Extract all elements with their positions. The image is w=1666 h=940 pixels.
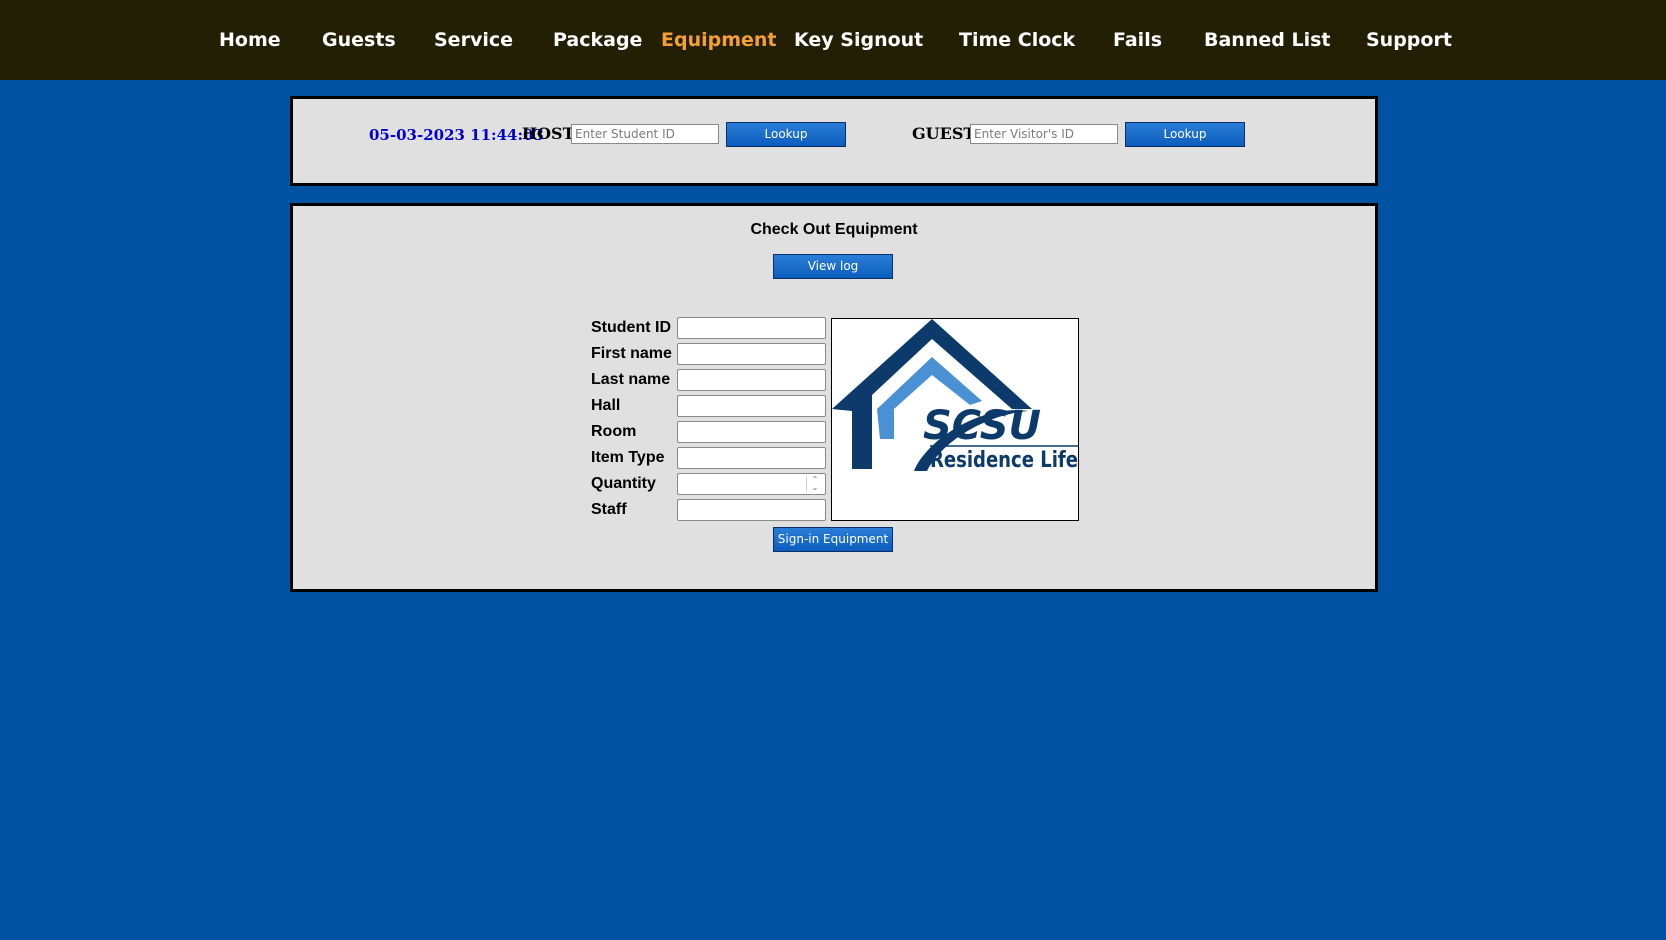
nav-item-service[interactable]: Service [434,27,513,53]
student-id-label: Student ID [591,319,671,336]
scsu-residence-life-logo: SCSU Residence Life [831,318,1079,521]
quantity-stepper[interactable]: ⌃ ⌄ [677,473,826,495]
sign-in-equipment-button[interactable]: Sign-in Equipment [773,527,893,552]
guest-label: GUEST [912,124,976,143]
host-student-id-input[interactable] [571,124,719,144]
top-nav-bar: Home Guests Service Package Equipment Ke… [0,0,1666,80]
nav-item-key-signout[interactable]: Key Signout [794,27,923,53]
host-label: HOST [522,124,575,143]
staff-label: Staff [591,501,627,518]
nav-item-home[interactable]: Home [219,27,281,53]
nav-item-equipment[interactable]: Equipment [661,27,777,53]
room-label: Room [591,423,637,440]
current-datetime: 05-03-2023 11:44:03 [369,126,544,144]
logo-primary-text: SCSU [923,403,1041,449]
room-field[interactable] [677,421,826,443]
spinner-arrows-icon[interactable]: ⌃ ⌄ [806,476,823,492]
guest-visitor-id-input[interactable] [970,124,1118,144]
view-log-button[interactable]: View log [773,254,893,279]
first-name-label: First name [591,345,672,362]
hall-label: Hall [591,397,621,414]
page-title: Check Out Equipment [750,221,918,238]
nav-item-support[interactable]: Support [1366,27,1452,53]
last-name-label: Last name [591,371,671,388]
equipment-panel: Check Out Equipment View log Student ID … [290,203,1378,592]
nav-item-package[interactable]: Package [553,27,642,53]
guest-lookup-button[interactable]: Lookup [1125,122,1245,147]
first-name-field[interactable] [677,343,826,365]
last-name-field[interactable] [677,369,826,391]
student-id-field[interactable] [677,317,826,339]
lookup-panel: 05-03-2023 11:44:03 HOST Lookup GUEST Lo… [290,96,1378,186]
staff-field[interactable] [677,499,826,521]
logo-secondary-text: Residence Life [930,448,1078,473]
quantity-label: Quantity [591,475,656,492]
nav-item-time-clock[interactable]: Time Clock [959,27,1075,53]
nav-item-fails[interactable]: Fails [1113,27,1162,53]
item-type-label: Item Type [591,449,665,466]
hall-field[interactable] [677,395,826,417]
nav-item-guests[interactable]: Guests [322,27,396,53]
host-lookup-button[interactable]: Lookup [726,122,846,147]
nav-item-banned-list[interactable]: Banned List [1204,27,1330,53]
item-type-field[interactable] [677,447,826,469]
